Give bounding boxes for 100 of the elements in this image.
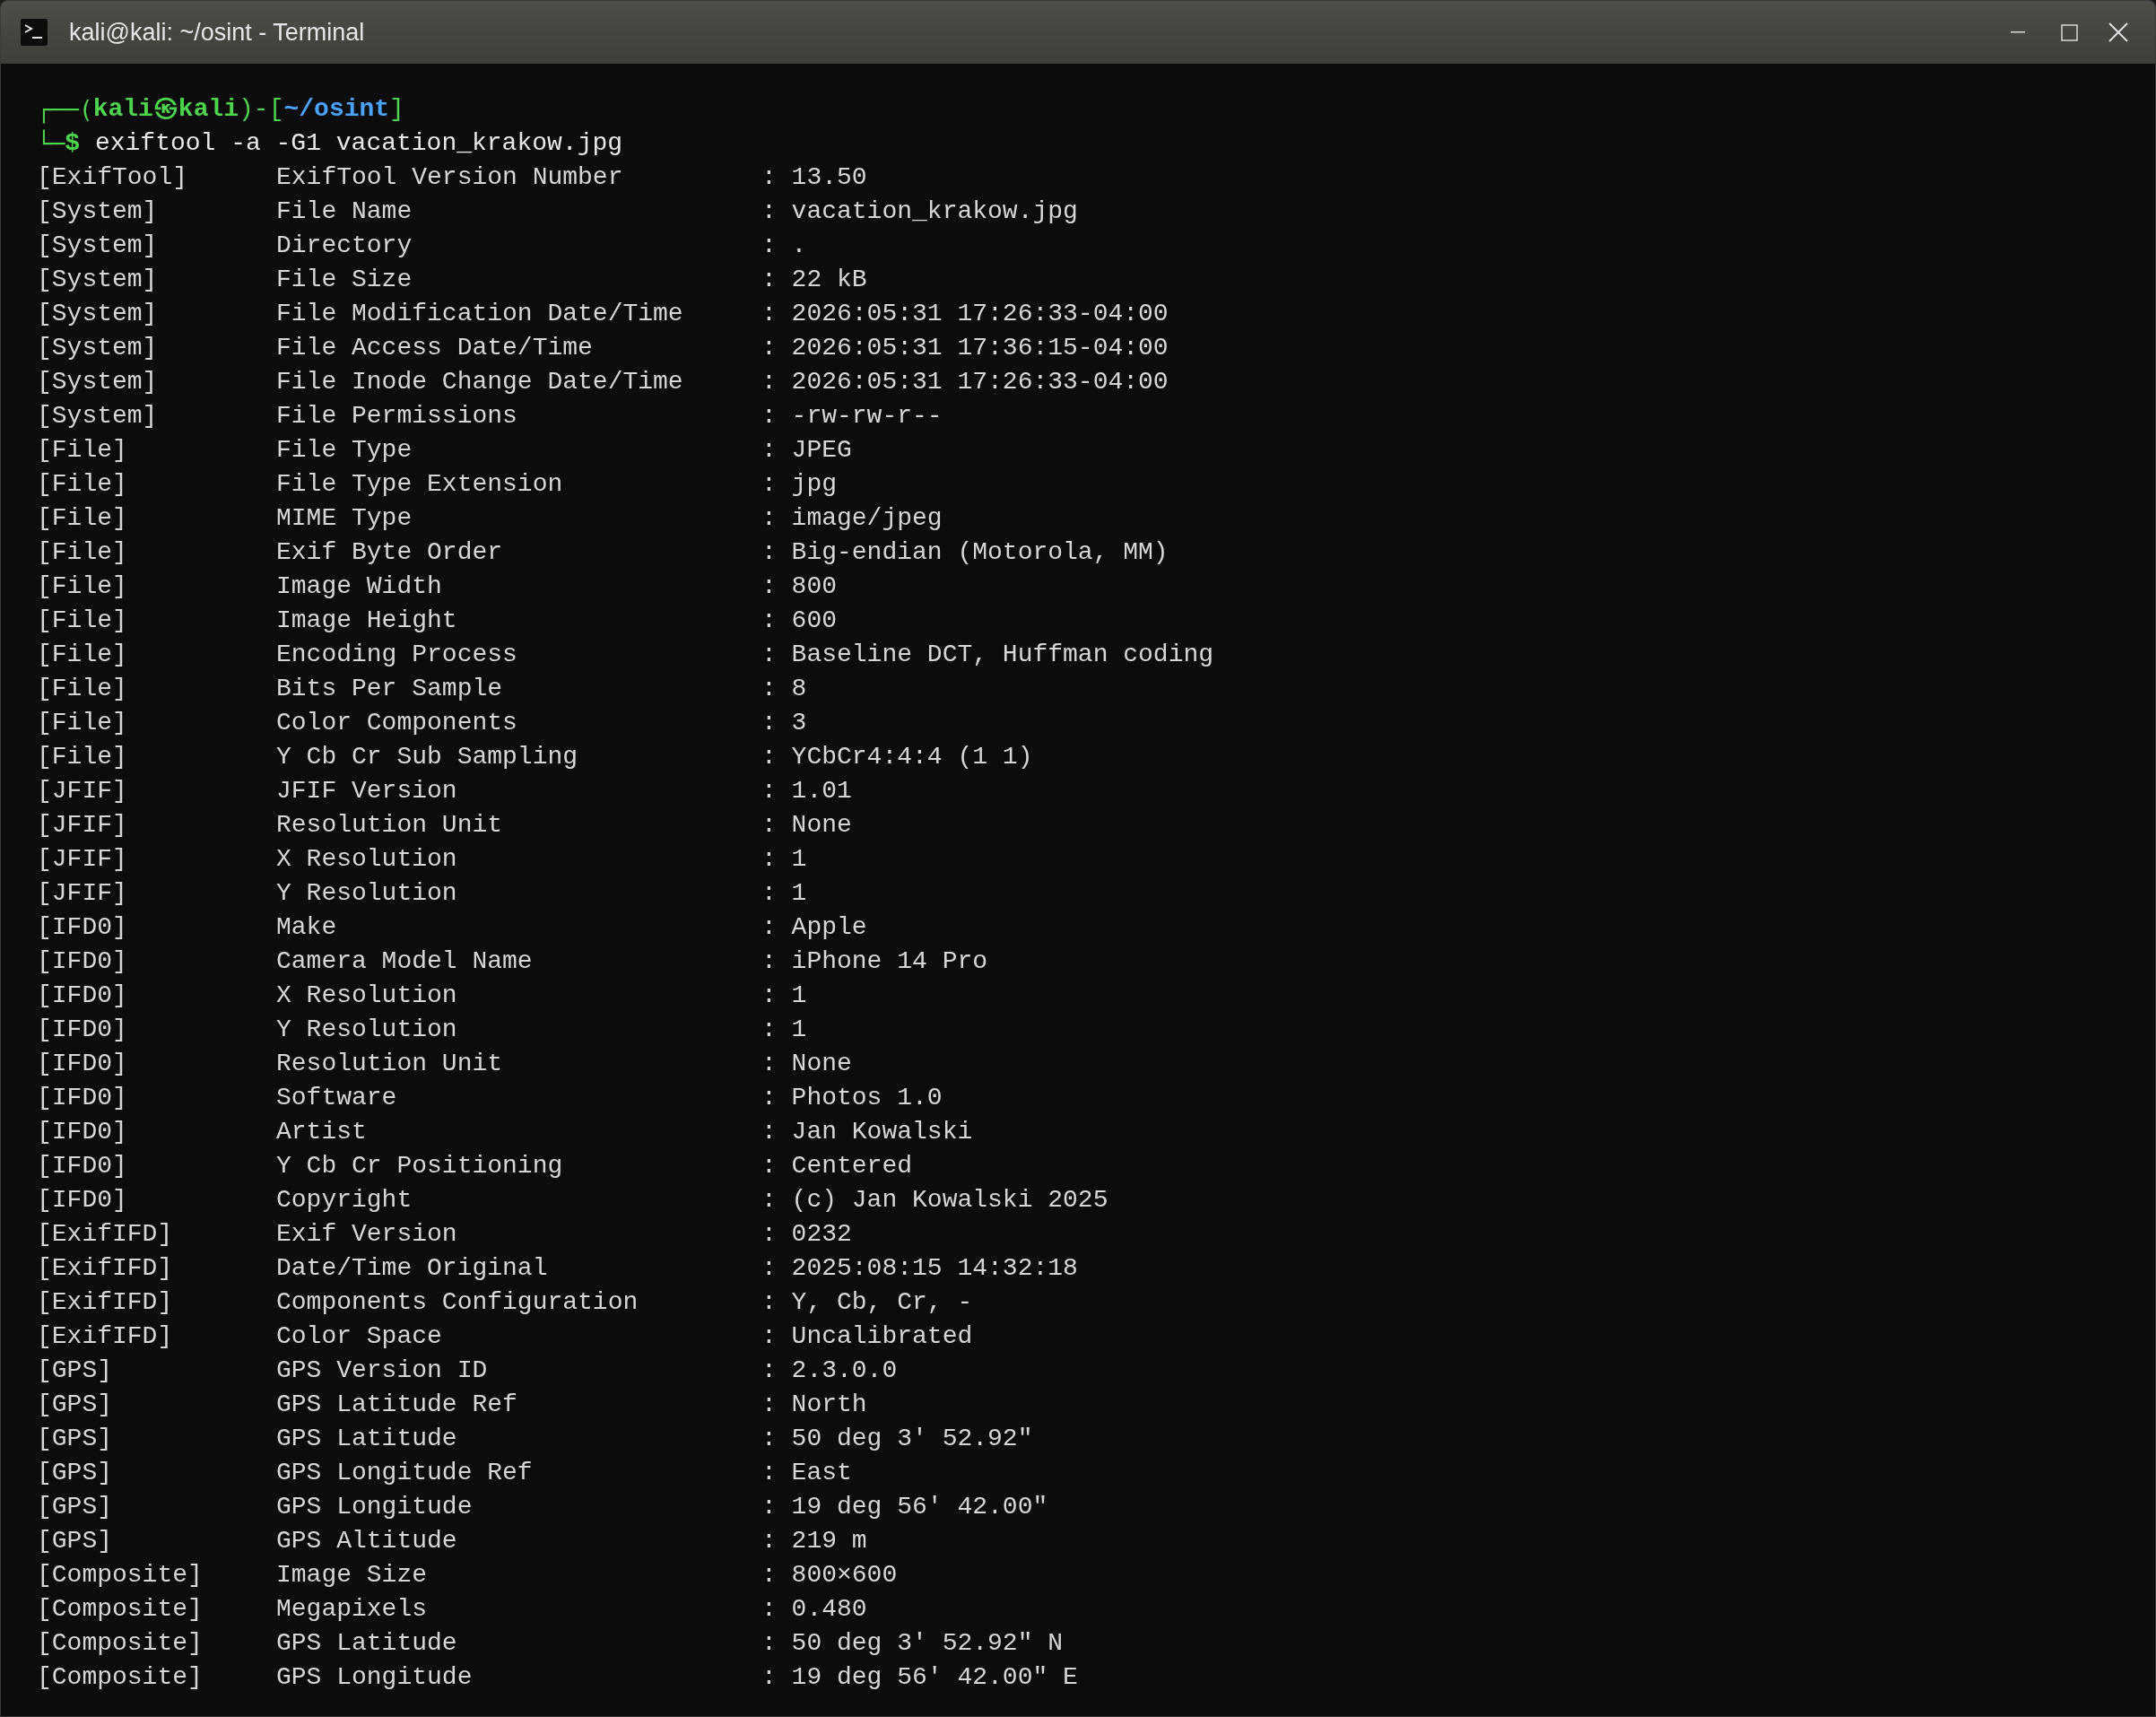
group-label: [GPS] [37, 1355, 113, 1386]
tag-name: Directory [276, 231, 413, 261]
tag-name: File Permissions [276, 401, 518, 431]
group-label: [GPS] [37, 1492, 113, 1522]
tag-name: Resolution Unit [276, 810, 504, 841]
tag-value: : 2026:05:31 17:36:15-04:00 [761, 333, 1169, 363]
tag-name: Color Components [276, 708, 518, 738]
tag-name: File Inode Change Date/Time [276, 367, 684, 397]
tag-value: : image/jpeg [761, 503, 943, 534]
tag-value: : 1 [761, 878, 807, 909]
command-text: exiftool -a -G1 vacation_krakow.jpg [94, 128, 623, 159]
tag-value: : Apple [761, 912, 867, 943]
tag-value: : (c) Jan Kowalski 2025 [761, 1185, 1108, 1216]
tag-name: Color Space [276, 1321, 443, 1352]
group-label: [Composite] [37, 1594, 204, 1625]
group-label: [System] [37, 401, 159, 431]
group-label: [IFD0] [37, 981, 128, 1011]
tag-name: GPS Longitude [276, 1662, 474, 1693]
tag-name: File Type Extension [276, 469, 564, 500]
tag-name: Exif Version [276, 1219, 458, 1250]
group-label: [File] [37, 503, 128, 534]
tag-value: : Big-endian (Motorola, MM) [761, 537, 1169, 568]
tag-value: : JPEG [761, 435, 852, 466]
group-label: [File] [37, 469, 128, 500]
tag-value: : 0232 [761, 1219, 852, 1250]
tag-name: Copyright [276, 1185, 413, 1216]
group-label: [IFD0] [37, 1151, 128, 1181]
prompt-frame: ┌──( [37, 92, 93, 126]
tag-value: : -rw-rw-r-- [761, 401, 943, 431]
group-label: [System] [37, 367, 159, 397]
group-label: [JFIF] [37, 810, 128, 841]
tag-value: : Centered [761, 1151, 913, 1181]
maximize-icon[interactable] [2061, 23, 2078, 41]
tag-name: Image Width [276, 571, 443, 602]
prompt-symbol: $ [65, 128, 81, 159]
tag-value: : 22 kB [761, 265, 867, 295]
group-label: [System] [37, 231, 159, 261]
tag-name: GPS Latitude [276, 1628, 458, 1659]
group-label: [ExifTool] [37, 162, 189, 193]
group-label: [GPS] [37, 1390, 113, 1420]
tag-name: Y Resolution [276, 1015, 458, 1045]
tag-value: : None [761, 1049, 852, 1079]
tag-name: GPS Longitude [276, 1492, 474, 1522]
tag-value: : 600 [761, 606, 837, 636]
tag-value: : 219 m [761, 1526, 867, 1556]
tag-name: X Resolution [276, 981, 458, 1011]
tag-name: GPS Altitude [276, 1526, 458, 1556]
tag-value: : 8 [761, 674, 807, 704]
tag-name: Artist [276, 1117, 368, 1147]
tag-name: Y Cb Cr Positioning [276, 1151, 564, 1181]
tag-value: : iPhone 14 Pro [761, 946, 988, 977]
tag-value: : 50 deg 3' 52.92" N [761, 1628, 1064, 1659]
tag-name: Date/Time Original [276, 1253, 549, 1284]
prompt-directory: ~/osint [283, 94, 390, 125]
group-label: [IFD0] [37, 1083, 128, 1113]
tag-value: : 2025:08:15 14:32:18 [761, 1253, 1078, 1284]
tag-value: : 50 deg 3' 52.92" [761, 1424, 1033, 1454]
tag-name: Components Configuration [276, 1287, 639, 1318]
tag-value: : 2.3.0.0 [761, 1355, 898, 1386]
tag-name: Software [276, 1083, 398, 1113]
tag-value: : Jan Kowalski [761, 1117, 973, 1147]
tag-name: Image Height [276, 606, 458, 636]
prompt-frame: ] [389, 92, 404, 126]
tag-value: : 800 [761, 571, 837, 602]
group-label: [JFIF] [37, 878, 128, 909]
tag-name: Megapixels [276, 1594, 429, 1625]
group-label: [File] [37, 435, 128, 466]
group-label: [IFD0] [37, 1015, 128, 1045]
tag-name: Exif Byte Order [276, 537, 504, 568]
close-icon[interactable] [2108, 22, 2128, 42]
tag-name: GPS Longitude Ref [276, 1458, 534, 1488]
group-label: [Composite] [37, 1560, 204, 1591]
tag-name: File Access Date/Time [276, 333, 594, 363]
group-label: [IFD0] [37, 1117, 128, 1147]
tag-name: Encoding Process [276, 640, 518, 670]
tag-name: File Modification Date/Time [276, 299, 684, 329]
group-label: [System] [37, 196, 159, 227]
tag-value: : vacation_krakow.jpg [761, 196, 1078, 227]
tag-value: : 1.01 [761, 776, 852, 806]
tag-value: : YCbCr4:4:4 (1 1) [761, 742, 1033, 772]
group-label: [Composite] [37, 1628, 204, 1659]
tag-value: : East [761, 1458, 852, 1488]
group-label: [ExifIFD] [37, 1219, 174, 1250]
window-title: kali@kali: ~/osint - Terminal [69, 17, 365, 48]
tag-name: ExifTool Version Number [276, 162, 624, 193]
group-label: [IFD0] [37, 946, 128, 977]
tag-name: JFIF Version [276, 776, 458, 806]
tag-name: File Type [276, 435, 413, 466]
tag-value: : 1 [761, 1015, 807, 1045]
tag-value: : 800×600 [761, 1560, 898, 1591]
group-label: [GPS] [37, 1526, 113, 1556]
tag-name: MIME Type [276, 503, 413, 534]
tag-name: Make [276, 912, 338, 943]
group-label: [System] [37, 265, 159, 295]
tag-value: : 13.50 [761, 162, 867, 193]
group-label: [IFD0] [37, 1049, 128, 1079]
tag-value: : Photos 1.0 [761, 1083, 943, 1113]
tag-name: GPS Latitude [276, 1424, 458, 1454]
group-label: [ExifIFD] [37, 1253, 174, 1284]
tag-value: : None [761, 810, 852, 841]
